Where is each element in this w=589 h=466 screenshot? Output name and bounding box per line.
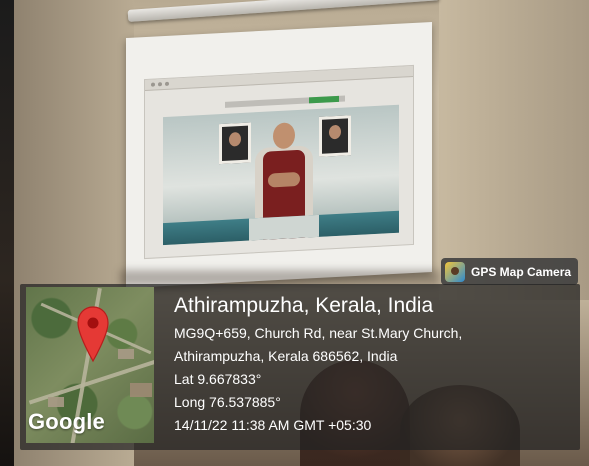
gps-map-camera-label: GPS Map Camera [471,264,572,279]
browser-dot [165,81,169,86]
address-line-1: MG9Q+659, Church Rd, near St.Mary Church… [174,325,463,341]
projected-content [144,64,414,260]
timestamp: 14/11/22 11:38 AM GMT +05:30 [174,417,372,433]
right-wall [439,0,589,300]
map-building [130,383,152,397]
map-pin-icon [77,306,109,363]
browser-bar [145,65,413,92]
meeting-active-indicator [309,95,339,104]
google-brand: Google [28,409,105,434]
speaker-hands [268,171,300,188]
gps-map-camera-icon [445,261,465,282]
location-details: Athirampuzha, Kerala, India MG9Q+659, Ch… [174,294,570,437]
projection-photo: GPS Map Camera Google Athirampuzha, Kera… [0,0,589,466]
browser-dot [158,82,162,87]
latitude: Lat 9.667833° [174,371,262,387]
wall-portrait-right [319,115,351,157]
video-feed [163,104,399,246]
projector-screen [126,21,432,289]
place-title: Athirampuzha, Kerala, India [174,294,434,317]
longitude: Long 76.537885° [174,394,281,410]
meeting-status-strip [225,95,345,108]
map-building [48,397,64,407]
gps-info-panel: Google Athirampuzha, Kerala, India MG9Q+… [20,284,580,450]
wall-portrait-left [219,122,251,165]
browser-dot [151,82,155,87]
floor-gap [249,214,319,241]
address-line-2: Athirampuzha, Kerala 686562, India [174,348,398,364]
gps-map-camera-badge: GPS Map Camera [441,258,578,285]
speaker-head [273,122,295,150]
satellite-map-thumbnail: Google [26,287,154,443]
left-edge-shadow [0,0,14,466]
projector-screen-rod [127,0,440,22]
map-building [118,349,134,359]
